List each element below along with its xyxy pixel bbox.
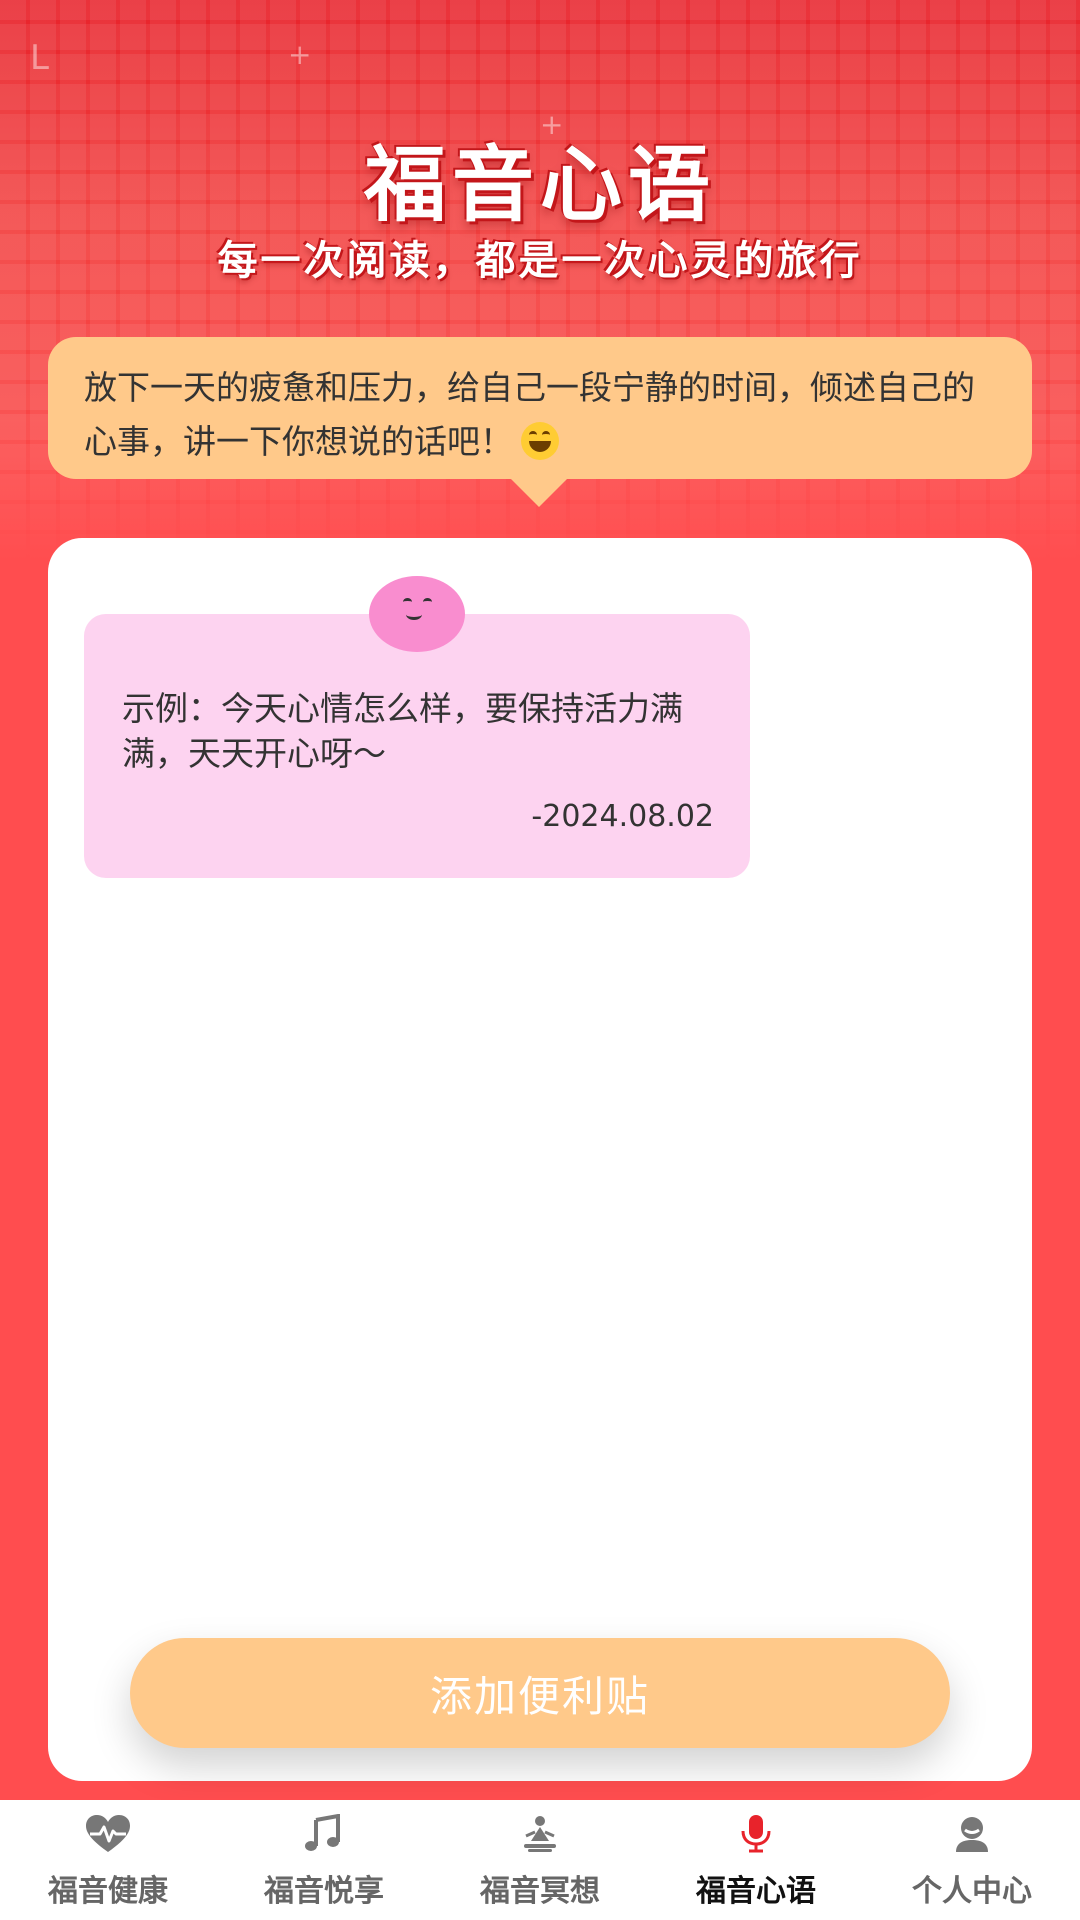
tab-music[interactable]: 福音悦享	[216, 1800, 432, 1920]
music-note-icon	[305, 1814, 340, 1851]
grinning-face-icon	[521, 422, 559, 460]
note-date: -2024.08.02	[531, 799, 714, 834]
tab-health[interactable]: 福音健康	[0, 1800, 216, 1920]
user-icon	[956, 1817, 988, 1852]
bottom-tab-bar: 福音健康 福音悦享 福音冥想 福音心语 个人中心	[0, 1800, 1080, 1920]
sparkle-icon: +	[288, 38, 312, 71]
tab-profile[interactable]: 个人中心	[864, 1800, 1080, 1920]
tab-label: 福音冥想	[480, 1874, 600, 1909]
corner-mark-icon: L	[30, 38, 49, 78]
sticky-note[interactable]: 示例：今天心情怎么样，要保持活力满满，天天开心呀～ -2024.08.02	[84, 614, 750, 878]
microphone-icon	[741, 1815, 771, 1853]
page-subtitle: 每一次阅读，都是一次心灵的旅行	[217, 238, 863, 284]
prompt-bubble-tail	[511, 479, 567, 507]
page-title: 福音心语	[363, 137, 716, 233]
note-text: 示例：今天心情怎么样，要保持活力满满，天天开心呀～	[122, 689, 683, 773]
tab-label: 福音健康	[48, 1874, 168, 1909]
add-sticky-note-button[interactable]: 添加便利贴	[130, 1638, 950, 1748]
tab-label: 福音悦享	[264, 1874, 384, 1909]
smiley-face-icon	[369, 576, 465, 652]
prompt-bubble: 放下一天的疲惫和压力，给自己一段宁静的时间，倾述自己的心事，讲一下你想说的话吧！	[48, 337, 1032, 479]
heart-pulse-icon	[86, 1815, 130, 1852]
tab-label: 个人中心	[912, 1874, 1032, 1909]
meditation-icon	[524, 1816, 556, 1852]
tab-label: 福音心语	[696, 1874, 816, 1909]
tab-heart-words[interactable]: 福音心语	[648, 1800, 864, 1920]
tab-meditation[interactable]: 福音冥想	[432, 1800, 648, 1920]
